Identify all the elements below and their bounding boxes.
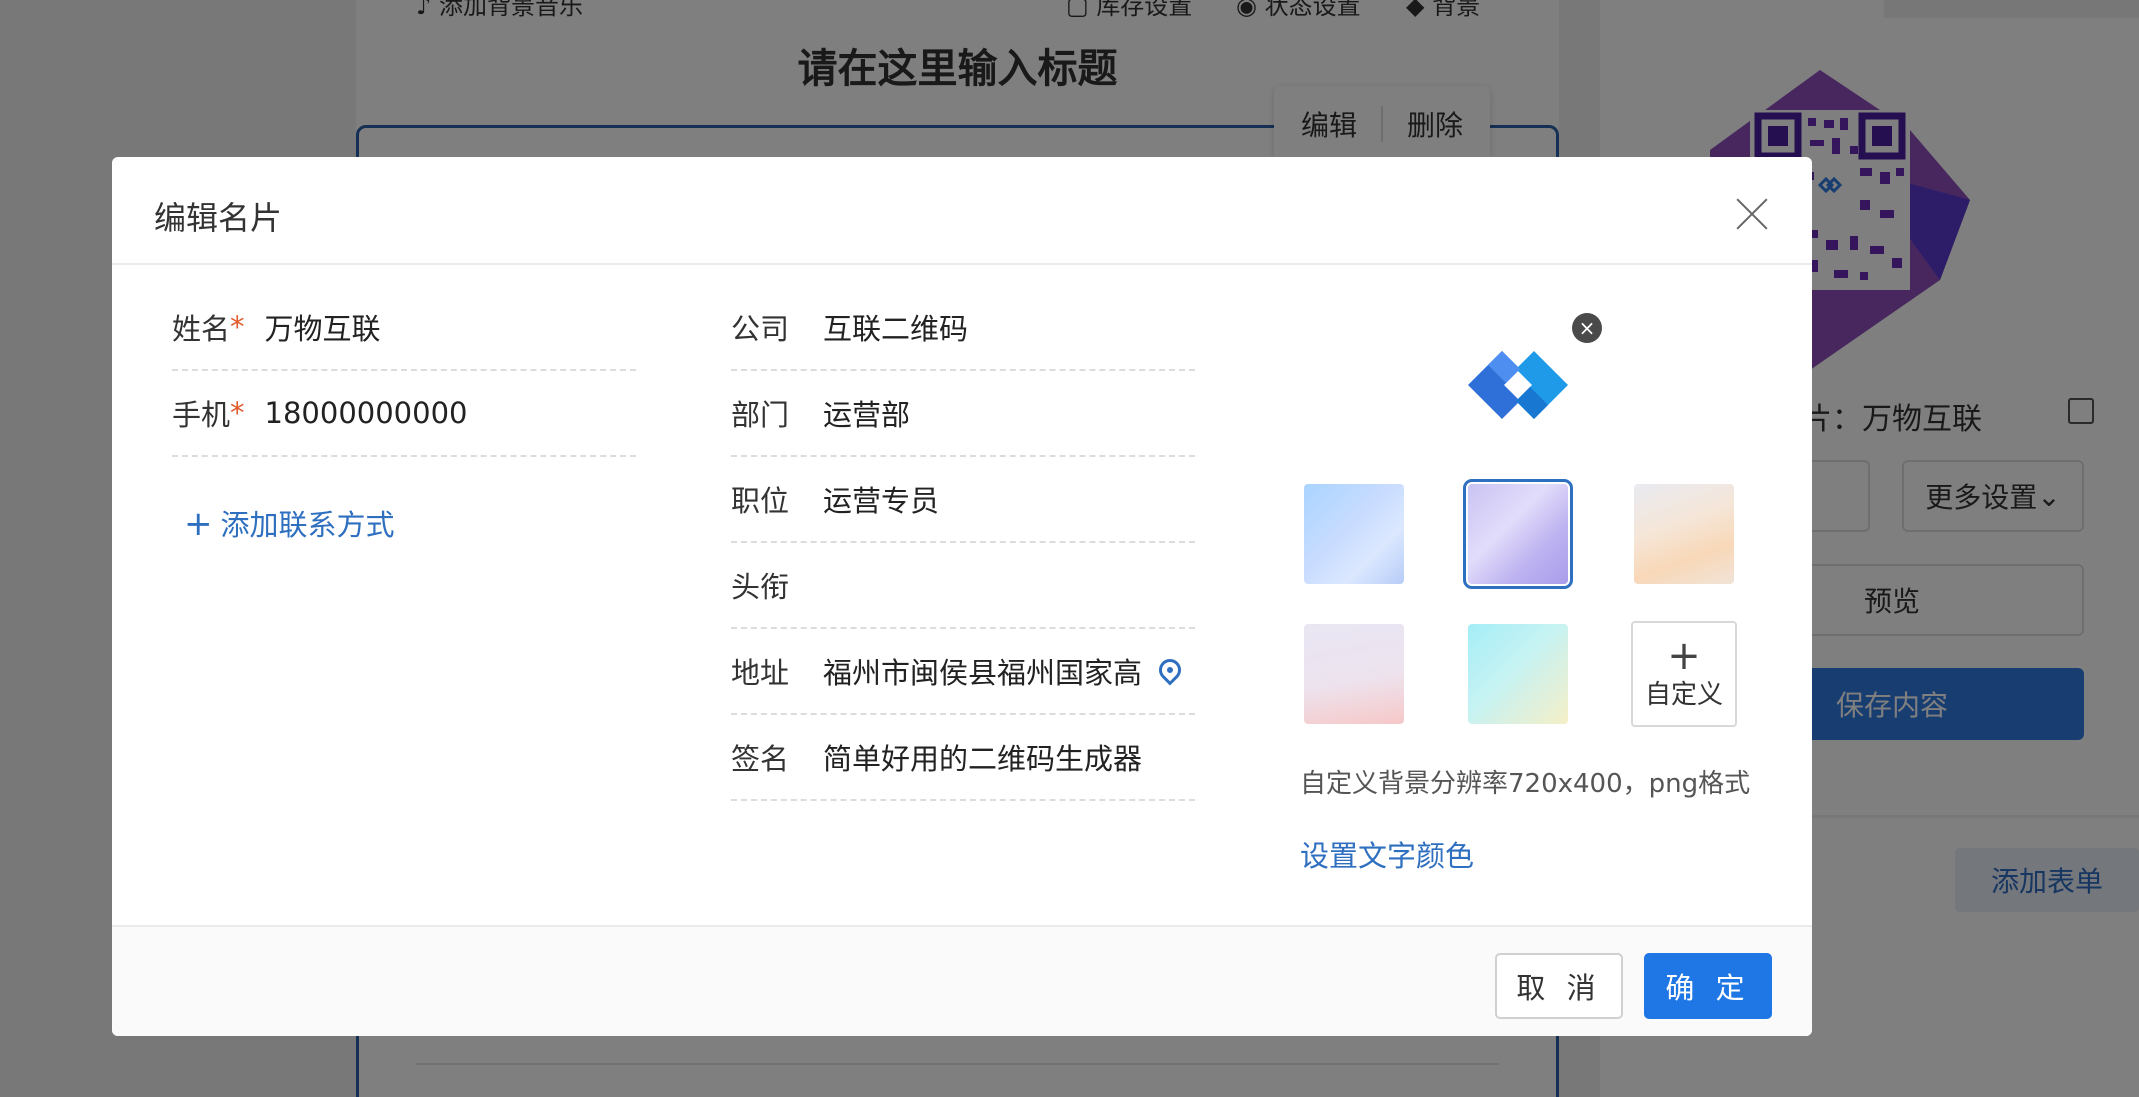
department-input[interactable]: 运营部 xyxy=(823,392,910,434)
edit-card-dialog: 编辑名片 姓名 * 万物互联 手机 * 18000000000 + 添加联系方式 公司… xyxy=(112,157,1812,1036)
required-mark: * xyxy=(230,396,245,430)
add-contact-label: 添加联系方式 xyxy=(220,508,395,542)
address-field[interactable]: 地址 福州市闽侯县福州国家高新 xyxy=(731,629,1195,715)
background-thumb-cyan[interactable] xyxy=(1468,624,1568,724)
add-contact-button[interactable]: + 添加联系方式 xyxy=(184,502,395,544)
logo-upload[interactable] xyxy=(1448,315,1588,455)
confirm-button[interactable]: 确 定 xyxy=(1644,953,1772,1019)
remove-logo-icon[interactable]: × xyxy=(1572,313,1602,343)
background-thumb-sunset[interactable] xyxy=(1634,484,1734,584)
phone-field[interactable]: 手机 * 18000000000 xyxy=(172,371,636,457)
background-size-hint: 自定义背景分辨率720x400，png格式 xyxy=(1300,769,1751,799)
signature-field[interactable]: 签名 简单好用的二维码生成器 xyxy=(731,715,1195,801)
cancel-button[interactable]: 取 消 xyxy=(1495,953,1623,1019)
company-input[interactable]: 互联二维码 xyxy=(823,306,968,348)
background-thumb-purple[interactable] xyxy=(1463,479,1573,589)
department-field[interactable]: 部门 运营部 xyxy=(731,371,1195,457)
name-input[interactable]: 万物互联 xyxy=(265,306,381,348)
position-field[interactable]: 职位 运营专员 xyxy=(731,457,1195,543)
company-field[interactable]: 公司 互联二维码 xyxy=(731,285,1195,371)
signature-input[interactable]: 简单好用的二维码生成器 xyxy=(823,736,1142,778)
department-label: 部门 xyxy=(731,398,790,432)
title-label: 头衔 xyxy=(731,570,790,604)
set-text-color-link[interactable]: 设置文字颜色 xyxy=(1300,833,1474,875)
plus-icon: + xyxy=(184,504,213,544)
dialog-title: 编辑名片 xyxy=(154,199,283,237)
close-icon[interactable] xyxy=(1735,197,1769,231)
custom-background-label: 自定义 xyxy=(1644,679,1723,710)
phone-input[interactable]: 18000000000 xyxy=(265,396,468,430)
link-logo-icon xyxy=(1468,351,1568,419)
dialog-footer: 取 消 确 定 xyxy=(112,925,1812,1036)
signature-label: 签名 xyxy=(731,742,790,776)
name-field[interactable]: 姓名 * 万物互联 xyxy=(172,285,636,371)
required-mark: * xyxy=(230,310,245,344)
dialog-header: 编辑名片 xyxy=(112,157,1812,265)
address-label: 地址 xyxy=(731,656,790,690)
name-label: 姓名 xyxy=(172,312,231,346)
company-label: 公司 xyxy=(731,312,790,346)
position-label: 职位 xyxy=(731,484,790,518)
address-input[interactable]: 福州市闽侯县福州国家高新 xyxy=(823,650,1143,692)
background-thumb-blue[interactable] xyxy=(1304,484,1404,584)
custom-background-button[interactable]: + 自定义 xyxy=(1631,621,1737,727)
position-input[interactable]: 运营专员 xyxy=(823,478,939,520)
location-pin-icon[interactable] xyxy=(1154,654,1186,686)
background-thumb-pink[interactable] xyxy=(1304,624,1404,724)
plus-icon: + xyxy=(1667,632,1701,679)
title-field[interactable]: 头衔 xyxy=(731,543,1195,629)
phone-label: 手机 xyxy=(172,398,231,432)
